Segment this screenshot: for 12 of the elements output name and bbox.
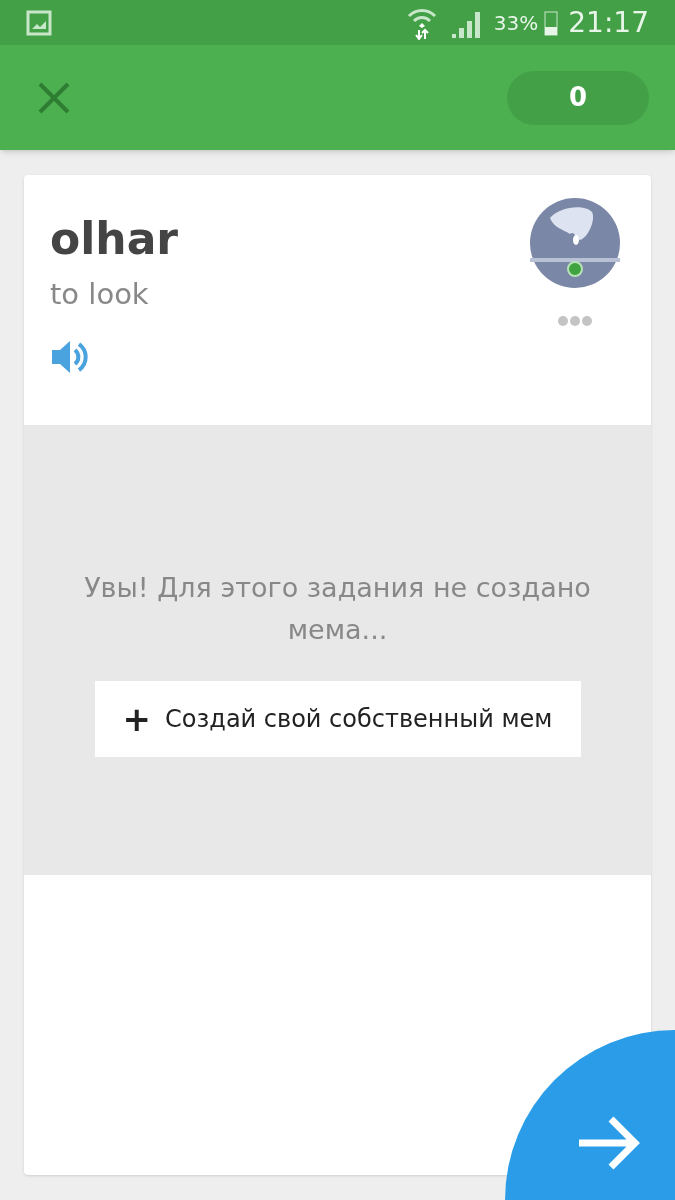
image-icon	[26, 9, 52, 36]
score-badge: 0	[507, 70, 649, 125]
clock-time: 21:17	[568, 4, 649, 41]
more-icon[interactable]	[557, 315, 593, 327]
empty-message: Увы! Для этого задания не создано мема...	[83, 571, 592, 647]
battery-icon	[544, 9, 559, 36]
word-translation: to look	[50, 276, 150, 313]
word-title: olhar	[50, 212, 179, 266]
arrow-icon	[577, 1115, 641, 1171]
plus-icon: +	[122, 702, 152, 736]
battery-percent: 33%	[493, 9, 539, 37]
create-meme-button[interactable]: + Создай свой собственный мем	[94, 681, 581, 757]
